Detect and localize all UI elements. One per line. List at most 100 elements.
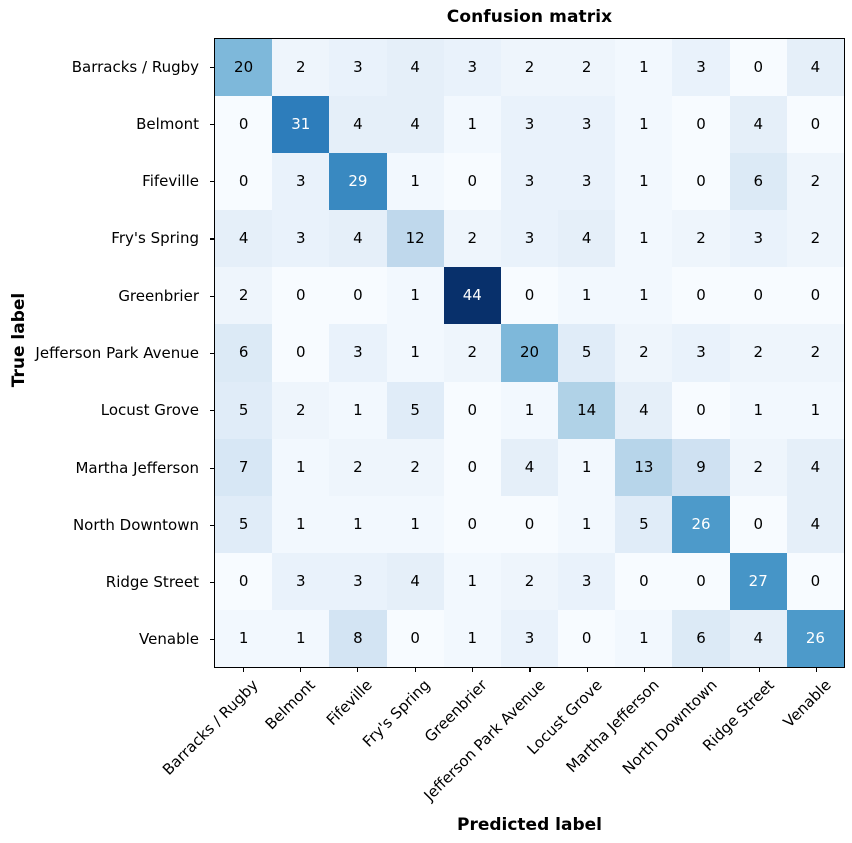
- matrix-cell: 3: [272, 153, 330, 211]
- matrix-cell: 2: [615, 324, 673, 382]
- x-tick-label: Fifeville: [323, 676, 377, 729]
- x-axis-tick-labels: Barracks / Rugby Belmont Fifeville Fry's Sp…: [159, 676, 845, 806]
- matrix-cell: 0: [272, 267, 330, 325]
- matrix-cell: 26: [672, 495, 730, 553]
- y-tick-label: Belmont: [136, 114, 199, 133]
- matrix-cell: 6: [215, 324, 273, 382]
- x-tick-mark: [501, 668, 558, 676]
- matrix-cell: 4: [215, 210, 273, 268]
- matrix-cell: 0: [215, 96, 273, 154]
- matrix-cell: 5: [215, 381, 273, 439]
- matrix-cell: 1: [386, 495, 444, 553]
- matrix-cell: 0: [672, 552, 730, 610]
- matrix-cell: 1: [215, 609, 273, 667]
- matrix-cell: 0: [615, 552, 673, 610]
- confusion-matrix-figure: Confusion matrix True label Barracks / R…: [0, 0, 852, 843]
- matrix-cell: 0: [672, 96, 730, 154]
- matrix-cell: 4: [386, 96, 444, 154]
- y-tick-mark: [206, 439, 214, 496]
- matrix-cell: 2: [786, 153, 844, 211]
- matrix-cell: 4: [729, 96, 787, 154]
- x-tick-mark: [673, 668, 730, 676]
- matrix-cell: 2: [558, 39, 616, 97]
- matrix-cell: 0: [215, 552, 273, 610]
- matrix-cell: 6: [672, 609, 730, 667]
- matrix-cell: 44: [443, 267, 501, 325]
- matrix-cell: 3: [672, 324, 730, 382]
- matrix-cell: 29: [329, 153, 387, 211]
- matrix-cell: 3: [729, 210, 787, 268]
- matrix-cell: 3: [500, 153, 559, 211]
- matrix-cell: 0: [443, 381, 501, 439]
- matrix-cell: 2: [786, 324, 844, 382]
- matrix-cell: 31: [272, 96, 330, 154]
- matrix-cell: 3: [443, 39, 501, 97]
- y-tick-label: Venable: [139, 630, 199, 649]
- matrix-cell: 1: [329, 495, 387, 553]
- y-tick-mark: [206, 382, 214, 439]
- matrix-cell: 1: [443, 96, 501, 154]
- y-tick-label: Locust Grove: [100, 401, 199, 420]
- matrix-cell: 1: [272, 438, 330, 496]
- matrix-cell: 1: [558, 438, 616, 496]
- matrix-cell: 27: [729, 552, 787, 610]
- matrix-cell: 0: [786, 267, 844, 325]
- matrix-cell: 2: [272, 381, 330, 439]
- x-tick-label: Barracks / Rugby: [158, 676, 262, 779]
- matrix-cell: 3: [329, 39, 387, 97]
- y-tick-mark: [206, 210, 214, 267]
- matrix-cell: 1: [615, 96, 673, 154]
- matrix-cell: 1: [786, 381, 844, 439]
- matrix-cell: 5: [615, 495, 673, 553]
- matrix-cell: 8: [329, 609, 387, 667]
- matrix-cell: 2: [729, 324, 787, 382]
- matrix-cell: 4: [386, 39, 444, 97]
- y-axis-tick-marks: [206, 38, 214, 668]
- matrix-cell: 4: [786, 39, 844, 97]
- matrix-cell: 12: [386, 210, 444, 268]
- heatmap-plot-area: 20 2 3 4 3 2 2 1 3 0 4 0 31 4 4 1 3 3 1 0 4 0 0 3 29 1 0 3 3 1 0 6 2 4 3 4 1…: [214, 38, 845, 668]
- matrix-cell: 3: [272, 210, 330, 268]
- matrix-cell: 0: [443, 438, 501, 496]
- matrix-cell: 1: [329, 381, 387, 439]
- x-tick-mark: [730, 668, 787, 676]
- matrix-cell: 3: [558, 153, 616, 211]
- matrix-cell: 1: [272, 495, 330, 553]
- matrix-cell: 0: [215, 153, 273, 211]
- y-tick-label: North Downtown: [72, 515, 199, 534]
- matrix-cell: 0: [443, 495, 501, 553]
- matrix-cell: 0: [786, 552, 844, 610]
- matrix-cell: 0: [500, 495, 559, 553]
- y-tick-mark: [206, 611, 214, 668]
- matrix-cell: 0: [729, 39, 787, 97]
- matrix-cell: 0: [729, 495, 787, 553]
- x-tick-mark: [616, 668, 673, 676]
- y-tick-mark: [206, 496, 214, 553]
- matrix-cell: 14: [558, 381, 616, 439]
- matrix-cell: 1: [443, 552, 501, 610]
- matrix-cell: 1: [386, 267, 444, 325]
- matrix-cell: 2: [729, 438, 787, 496]
- matrix-cell: 1: [443, 609, 501, 667]
- matrix-cell: 0: [386, 609, 444, 667]
- matrix-cell: 3: [329, 324, 387, 382]
- matrix-cell: 1: [558, 267, 616, 325]
- matrix-cell: 2: [672, 210, 730, 268]
- matrix-cell: 4: [500, 438, 559, 496]
- x-axis-title: Predicted label: [456, 815, 602, 835]
- matrix-cell: 3: [272, 552, 330, 610]
- matrix-cell: 4: [386, 552, 444, 610]
- matrix-cell: 2: [500, 39, 559, 97]
- matrix-cell: 20: [500, 324, 559, 382]
- matrix-cell: 3: [558, 96, 616, 154]
- y-tick-label: Ridge Street: [105, 573, 199, 592]
- y-tick-label: Jefferson Park Avenue: [35, 343, 199, 362]
- matrix-cell: 2: [329, 438, 387, 496]
- matrix-cell: 3: [500, 210, 559, 268]
- matrix-cell: 2: [443, 210, 501, 268]
- x-tick-mark: [558, 668, 615, 676]
- matrix-cell: 0: [272, 324, 330, 382]
- x-tick-mark: [788, 668, 845, 676]
- x-tick-mark: [271, 668, 328, 676]
- matrix-cell: 3: [558, 552, 616, 610]
